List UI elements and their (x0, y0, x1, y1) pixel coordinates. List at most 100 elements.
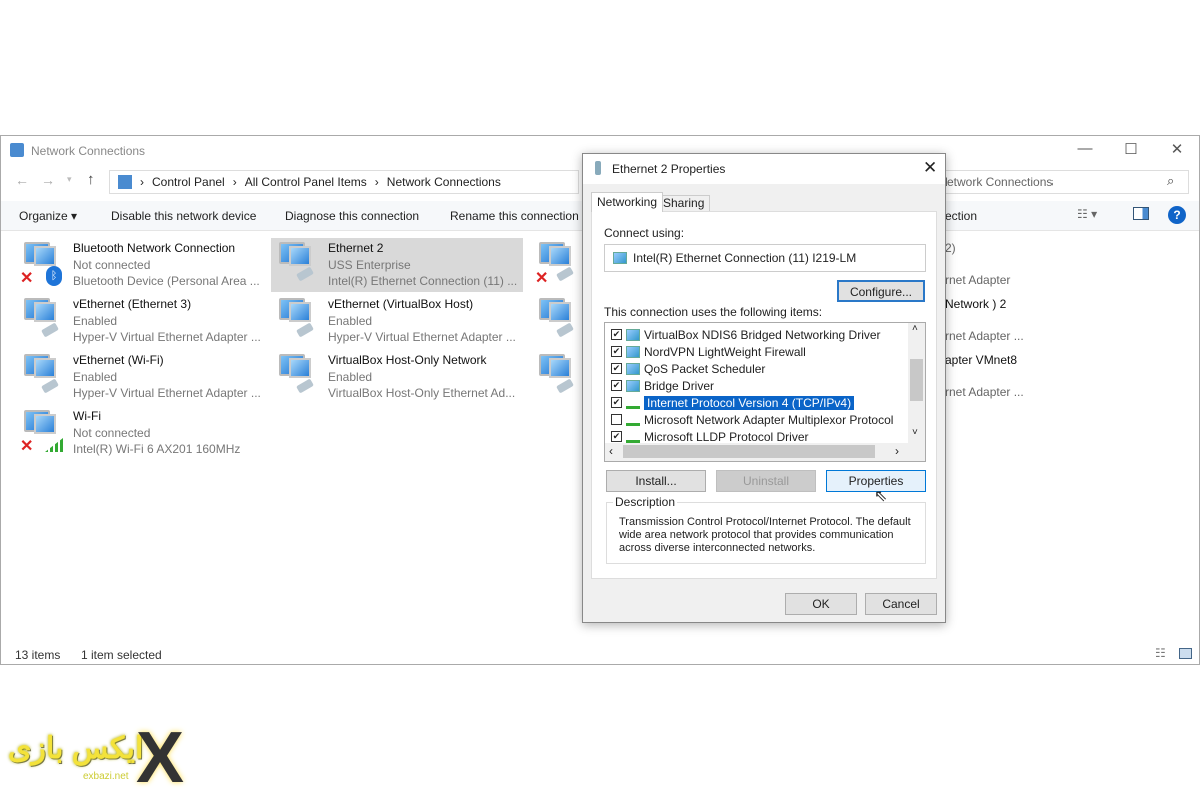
component-checkbox[interactable]: ✔ (611, 329, 622, 340)
connection-item[interactable]: ✕ Wi-Fi Not connected Intel(R) Wi-Fi 6 A… (16, 406, 268, 460)
component-checkbox[interactable] (611, 414, 622, 425)
forward-button[interactable]: → (41, 172, 55, 188)
vertical-scrollbar[interactable]: ˄ ˅ (908, 323, 925, 443)
connection-device: Intel(R) Wi-Fi 6 AX201 160MHz (73, 442, 241, 456)
connection-device: Hyper-V Virtual Ethernet Adapter ... (73, 386, 261, 400)
install-button[interactable]: Install... (606, 470, 706, 492)
wifi-signal-icon (45, 438, 63, 452)
connection-item[interactable]: vEthernet (Ethernet 3) Enabled Hyper-V V… (16, 294, 268, 348)
toolbar-fragment: ection (945, 209, 978, 223)
component-item[interactable]: Microsoft Network Adapter Multiplexor Pr… (611, 411, 893, 428)
protocol-icon (626, 437, 640, 443)
details-view-icon[interactable]: ☷ (1155, 646, 1166, 660)
component-item[interactable]: ✔ NordVPN LightWeight Firewall (611, 343, 806, 360)
minimize-button[interactable]: — (1075, 140, 1095, 157)
connection-status: Not connected (73, 258, 151, 272)
network-adapter-icon (20, 298, 59, 340)
scroll-right-icon[interactable]: › (895, 444, 899, 458)
component-checkbox[interactable]: ✔ (611, 431, 622, 442)
connection-item[interactable]: vEthernet (Wi-Fi) Enabled Hyper-V Virtua… (16, 350, 268, 404)
x-logo-icon: X (136, 718, 185, 798)
close-button[interactable]: ✕ (1167, 140, 1187, 158)
network-adapter-icon (275, 242, 314, 284)
item-count: 13 items (15, 648, 61, 662)
breadcrumb-network-connections[interactable]: Network Connections (387, 175, 501, 189)
component-label: Internet Protocol Version 4 (TCP/IPv4) (642, 394, 856, 411)
description-text: Transmission Control Protocol/Internet P… (619, 516, 911, 554)
scroll-down-icon[interactable]: ˅ (912, 427, 918, 438)
component-checkbox[interactable]: ✔ (611, 363, 622, 374)
tab-sharing[interactable]: Sharing (657, 195, 711, 211)
bluetooth-icon: ᛒ (46, 266, 62, 286)
organize-menu[interactable]: Organize ▾ (19, 209, 77, 223)
breadcrumb-control-panel[interactable]: Control Panel (152, 175, 225, 189)
change-view-icon[interactable]: ☷ ▾ (1077, 207, 1097, 221)
connection-name: vEthernet (VirtualBox Host) (328, 297, 474, 311)
network-icon (626, 362, 640, 375)
scroll-up-icon[interactable]: ˄ (912, 323, 918, 334)
connection-item[interactable]: vEthernet (VirtualBox Host) Enabled Hype… (271, 294, 523, 348)
connection-item[interactable]: ✕ ᛒ Bluetooth Network Connection Not conn… (16, 238, 268, 292)
address-bar[interactable]: › Control Panel › All Control Panel Item… (109, 170, 579, 194)
network-adapter-icon (275, 298, 314, 340)
ok-button[interactable]: OK (785, 593, 857, 615)
connection-item[interactable]: Ethernet 2 USS Enterprise Intel(R) Ether… (271, 238, 523, 292)
component-label: NordVPN LightWeight Firewall (644, 344, 806, 359)
dialog-close-button[interactable]: ✕ (923, 158, 937, 178)
protocol-icon (626, 420, 640, 426)
connection-device: Bluetooth Device (Personal Area ... (73, 274, 260, 288)
component-item[interactable]: ✔ QoS Packet Scheduler (611, 360, 765, 377)
cancel-button[interactable]: Cancel (865, 593, 937, 615)
component-checkbox[interactable]: ✔ (611, 346, 622, 357)
diagnose-button[interactable]: Diagnose this connection (285, 209, 419, 223)
hscroll-thumb[interactable] (623, 445, 875, 458)
component-label: Microsoft Network Adapter Multiplexor Pr… (644, 412, 894, 427)
preview-pane-icon[interactable] (1133, 207, 1149, 220)
horizontal-scrollbar[interactable]: ‹ › (605, 443, 925, 461)
connection-device: VirtualBox Host-Only Ethernet Ad... (328, 386, 516, 400)
back-button[interactable]: ← (15, 172, 29, 188)
help-icon[interactable]: ? (1168, 206, 1186, 224)
ethernet-properties-dialog: Ethernet 2 Properties ✕ Networking Shari… (582, 153, 946, 623)
window-title: Network Connections (31, 144, 146, 158)
connection-status: USS Enterprise (328, 258, 411, 272)
component-label: VirtualBox NDIS6 Bridged Networking Driv… (644, 327, 881, 342)
protocol-icon (626, 403, 640, 409)
connection-name: VirtualBox Host-Only Network (328, 353, 487, 367)
ethernet-cable-icon (296, 378, 314, 394)
third-column-icons: ✕ (531, 238, 581, 438)
connection-device: Hyper-V Virtual Ethernet Adapter ... (328, 330, 516, 344)
tab-networking[interactable]: Networking (591, 192, 664, 212)
connection-status: Enabled (73, 314, 118, 328)
description-label: Description (613, 495, 678, 509)
up-button[interactable]: ↑ (87, 171, 95, 188)
network-adapter-icon (20, 354, 59, 396)
component-checkbox[interactable]: ✔ (611, 380, 622, 391)
recent-dropdown[interactable]: ▾ (67, 174, 72, 185)
component-label: Bridge Driver (644, 378, 715, 393)
component-item[interactable]: ✔ Internet Protocol Version 4 (TCP/IPv4) (611, 394, 856, 411)
component-item[interactable]: ✔ Bridge Driver (611, 377, 714, 394)
component-item[interactable]: ✔ VirtualBox NDIS6 Bridged Networking Dr… (611, 326, 881, 343)
connection-item[interactable]: VirtualBox Host-Only Network Enabled Vir… (271, 350, 523, 404)
network-icon (626, 379, 640, 392)
breadcrumb-all-items[interactable]: All Control Panel Items (245, 175, 367, 189)
large-icons-view-icon[interactable] (1179, 648, 1192, 659)
disable-device-button[interactable]: Disable this network device (111, 209, 256, 223)
adapter-field: Intel(R) Ethernet Connection (11) I219-L… (604, 244, 926, 272)
network-adapter-icon: ✕ (20, 410, 63, 455)
scroll-thumb[interactable] (910, 359, 923, 401)
ethernet-cable-icon (41, 378, 59, 394)
connect-using-label: Connect using: (604, 226, 685, 240)
exbazi-logo: ایکس بازی exbazi.net X (8, 718, 185, 798)
maximize-button[interactable]: ☐ (1121, 140, 1141, 158)
connection-name: vEthernet (Wi-Fi) (73, 353, 164, 367)
component-checkbox[interactable]: ✔ (611, 397, 622, 408)
connection-name: Ethernet 2 (328, 241, 384, 255)
uninstall-button: Uninstall (716, 470, 816, 492)
connection-status: Enabled (328, 314, 373, 328)
configure-button[interactable]: Configure... (837, 280, 925, 302)
rename-button[interactable]: Rename this connection (450, 209, 579, 223)
connection-device: Intel(R) Ethernet Connection (11) ... (328, 274, 518, 288)
scroll-left-icon[interactable]: ‹ (609, 444, 613, 458)
